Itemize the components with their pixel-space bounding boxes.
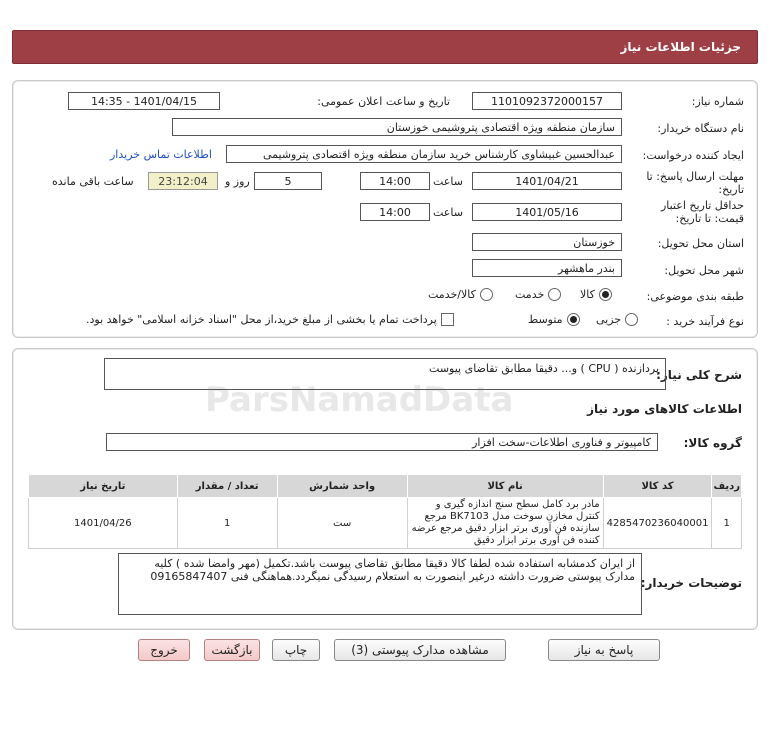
table-header-row: ردیف کد کالا نام کالا واحد شمارش تعداد /… bbox=[28, 474, 742, 498]
goods-group-label: گروه کالا: bbox=[683, 436, 742, 450]
price-validity-time-label: ساعت bbox=[433, 206, 463, 219]
exit-button[interactable]: خروج bbox=[138, 639, 190, 661]
need-number-field: 1101092372000157 bbox=[472, 92, 622, 110]
city-label: شهر محل تحویل: bbox=[664, 264, 744, 277]
goods-info-title: اطلاعات کالاهای مورد نیاز bbox=[587, 402, 742, 416]
table-row[interactable]: 1 4285470236040001 مادر برد کامل سطح سنج… bbox=[28, 497, 742, 549]
row-date: 1401/04/26 bbox=[28, 497, 178, 549]
print-button[interactable]: چاپ bbox=[272, 639, 320, 661]
reply-deadline-time: 14:00 bbox=[360, 172, 430, 190]
price-validity-label-1: حداقل تاریخ اعتبار bbox=[660, 199, 744, 212]
goods-table: ردیف کد کالا نام کالا واحد شمارش تعداد /… bbox=[28, 474, 742, 549]
reply-deadline-date: 1401/04/21 bbox=[472, 172, 622, 190]
category-option-goods-service[interactable]: کالا/خدمت bbox=[428, 288, 493, 301]
goods-group-field: کامپیوتر و فناوری اطلاعات-سخت افزار bbox=[106, 433, 658, 451]
creator-label: ایجاد کننده درخواست: bbox=[642, 149, 744, 162]
province-label: استان محل تحویل: bbox=[657, 237, 744, 250]
summary-field: پردازنده ( CPU ) و... دقیقا مطابق تقاضای… bbox=[104, 358, 666, 390]
buyer-contact-link[interactable]: اطلاعات تماس خریدار bbox=[110, 148, 212, 161]
reply-deadline-time-label: ساعت bbox=[433, 175, 463, 188]
col-qty: تعداد / مقدار bbox=[176, 474, 278, 498]
reply-days-label: روز و bbox=[225, 175, 250, 188]
category-label: طبقه بندی موضوعی: bbox=[646, 290, 744, 303]
category-option-service[interactable]: خدمت bbox=[515, 288, 562, 301]
page-header: جزئیات اطلاعات نیاز bbox=[12, 30, 758, 64]
col-unit: واحد شمارش bbox=[276, 474, 408, 498]
buyer-notes-label: توضیحات خریدار: bbox=[640, 576, 742, 590]
reply-button[interactable]: پاسخ به نیاز bbox=[548, 639, 660, 661]
row-index: 1 bbox=[711, 497, 742, 549]
remaining-time-label: ساعت باقی مانده bbox=[52, 175, 134, 188]
radio-selected-icon[interactable] bbox=[566, 313, 580, 326]
city-field: بندر ماهشهر bbox=[472, 259, 622, 277]
view-attachments-button[interactable]: مشاهده مدارک پیوستی (3) bbox=[334, 639, 506, 661]
back-button[interactable]: بازگشت bbox=[204, 639, 260, 661]
col-code: کد کالا bbox=[602, 474, 713, 498]
col-name: نام کالا bbox=[406, 474, 604, 498]
price-validity-date: 1401/05/16 bbox=[472, 203, 622, 221]
radio-icon[interactable] bbox=[548, 288, 562, 301]
buyer-notes-field: از ایران کدمشابه استفاده شده لطفا کالا د… bbox=[118, 553, 642, 615]
category-option-goods[interactable]: کالا bbox=[580, 288, 612, 301]
process-option-minor[interactable]: جزیی bbox=[596, 313, 639, 326]
price-validity-label-2: قیمت: تا تاریخ: bbox=[675, 212, 744, 225]
checkbox-icon[interactable] bbox=[440, 313, 454, 326]
buyer-org-field: سازمان منطقه ویژه اقتصادی پتروشیمی خوزست… bbox=[172, 118, 622, 136]
price-validity-time: 14:00 bbox=[360, 203, 430, 221]
process-option-medium[interactable]: متوسط bbox=[528, 313, 580, 326]
row-qty: 1 bbox=[176, 497, 278, 549]
purchase-process-label: نوع فرآیند خرید : bbox=[666, 315, 744, 328]
row-code: 4285470236040001 bbox=[602, 497, 713, 549]
summary-label: شرح کلی نیاز: bbox=[656, 368, 742, 382]
reply-days-field: 5 bbox=[254, 172, 322, 190]
treasury-payment-checkbox[interactable]: پرداخت تمام یا بخشی از مبلغ خرید،از محل … bbox=[86, 313, 454, 326]
page-title: جزئیات اطلاعات نیاز bbox=[620, 40, 741, 54]
row-unit: ست bbox=[276, 497, 408, 549]
province-field: خوزستان bbox=[472, 233, 622, 251]
col-date: تاریخ نیاز bbox=[28, 474, 178, 498]
announce-datetime-field: 1401/04/15 - 14:35 bbox=[68, 92, 220, 110]
reply-deadline-label-1: مهلت ارسال پاسخ: تا bbox=[646, 170, 744, 183]
need-number-label: شماره نیاز: bbox=[691, 95, 744, 108]
radio-selected-icon[interactable] bbox=[598, 288, 612, 301]
reply-deadline-label-2: تاریخ: bbox=[718, 183, 744, 196]
radio-icon[interactable] bbox=[625, 313, 639, 326]
announce-datetime-label: تاریخ و ساعت اعلان عمومی: bbox=[317, 95, 450, 108]
row-name: مادر برد کامل سطح سنج اندازه گیری و کنتر… bbox=[406, 497, 604, 549]
buyer-org-label: نام دستگاه خریدار: bbox=[657, 122, 744, 135]
radio-icon[interactable] bbox=[479, 288, 493, 301]
remaining-time-field: 23:12:04 bbox=[148, 172, 218, 190]
creator-field: عبدالحسین غبیشاوی کارشناس خرید سازمان من… bbox=[226, 145, 622, 163]
col-index: ردیف bbox=[711, 474, 742, 498]
